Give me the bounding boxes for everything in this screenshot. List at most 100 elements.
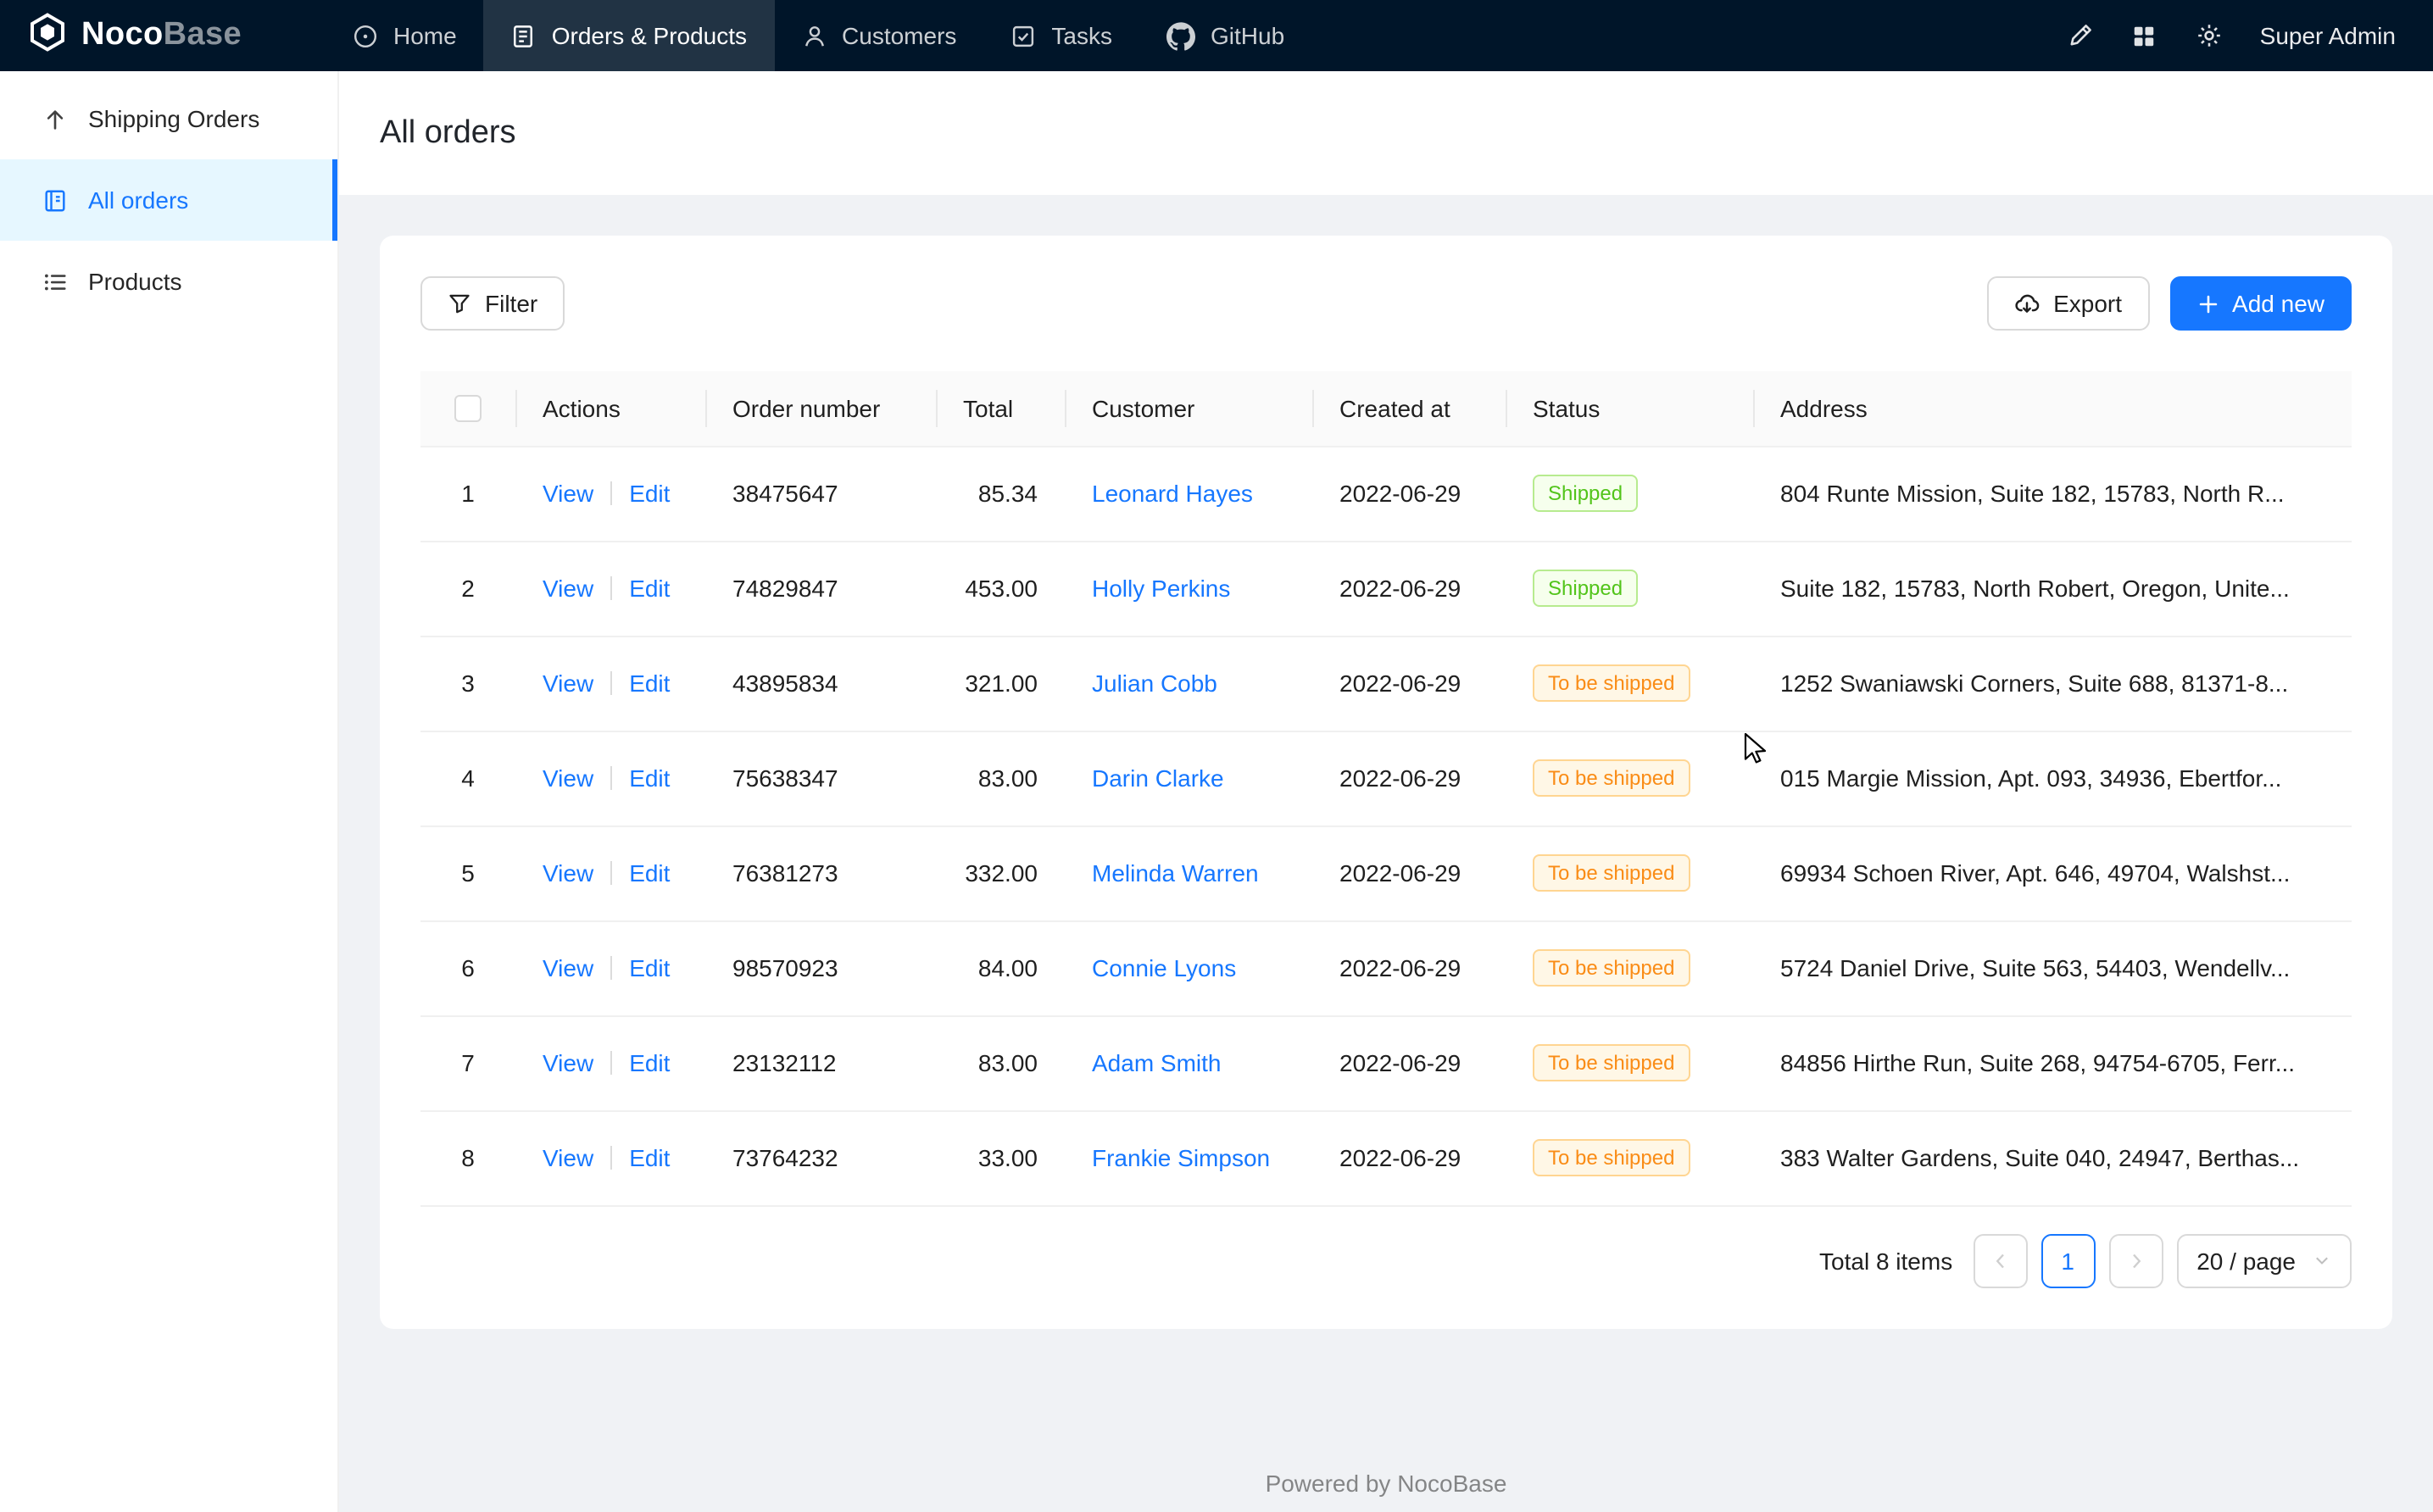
column-header-customer: Customer	[1065, 371, 1312, 446]
address-cell: 1252 Swaniawski Corners, Suite 688, 8137…	[1753, 636, 2352, 731]
page-number-button[interactable]: 1	[2040, 1233, 2095, 1287]
nav-item-home[interactable]: Home	[326, 0, 484, 71]
row-index: 6	[461, 954, 475, 981]
edit-link[interactable]: Edit	[629, 859, 670, 887]
sidebar-item-shipping-orders[interactable]: Shipping Orders	[0, 78, 337, 159]
row-index: 1	[461, 480, 475, 507]
view-link[interactable]: View	[543, 575, 593, 602]
content-area: Filter Export Add	[339, 195, 2433, 1512]
edit-link[interactable]: Edit	[629, 1049, 670, 1076]
table-row: 5 ViewEdit 76381273 332.00 Melinda Warre…	[420, 825, 2352, 920]
footer: Powered by NocoBase	[339, 1470, 2433, 1497]
nocobase-logo-icon	[27, 11, 68, 60]
table-row: 7 ViewEdit 23132112 83.00 Adam Smith 202…	[420, 1015, 2352, 1110]
column-header-actions: Actions	[515, 371, 705, 446]
total-cell: 453.00	[936, 541, 1065, 636]
created-at-cell: 2022-06-29	[1312, 731, 1506, 825]
total-cell: 84.00	[936, 920, 1065, 1015]
customer-link[interactable]: Connie Lyons	[1092, 954, 1236, 981]
next-page-button[interactable]	[2108, 1233, 2163, 1287]
customer-link[interactable]: Adam Smith	[1092, 1049, 1222, 1076]
view-link[interactable]: View	[543, 1144, 593, 1171]
column-header-order-number: Order number	[705, 371, 936, 446]
address-cell: 5724 Daniel Drive, Suite 563, 54403, Wen…	[1753, 920, 2352, 1015]
created-at-cell: 2022-06-29	[1312, 541, 1506, 636]
list-icon	[42, 269, 68, 294]
filter-button[interactable]: Filter	[420, 276, 565, 331]
edit-link[interactable]: Edit	[629, 670, 670, 697]
edit-link[interactable]: Edit	[629, 954, 670, 981]
address-cell: 804 Runte Mission, Suite 182, 15783, Nor…	[1753, 446, 2352, 541]
footer-text: Powered by NocoBase	[1266, 1470, 1507, 1497]
navbar-right: Super Admin	[2053, 0, 2433, 71]
customer-link[interactable]: Julian Cobb	[1092, 670, 1217, 697]
action-divider	[610, 481, 612, 505]
main-area: All orders Filter	[339, 71, 2433, 1512]
export-button[interactable]: Export	[1987, 276, 2149, 331]
order-number-cell: 23132112	[705, 1015, 936, 1110]
sidebar-item-products[interactable]: Products	[0, 241, 337, 322]
nav-item-customers[interactable]: Customers	[774, 0, 983, 71]
table-row: 8 ViewEdit 73764232 33.00 Frankie Simpso…	[420, 1110, 2352, 1205]
screen: NocoBase Home Orders & Products Customer…	[0, 0, 2433, 1512]
nav-item-orders-products[interactable]: Orders & Products	[484, 0, 774, 71]
customer-link[interactable]: Frankie Simpson	[1092, 1144, 1270, 1171]
status-badge: To be shipped	[1533, 1139, 1690, 1176]
add-new-button[interactable]: Add new	[2169, 276, 2352, 331]
address-cell: 69934 Schoen River, Apt. 646, 49704, Wal…	[1753, 825, 2352, 920]
address-cell: 015 Margie Mission, Apt. 093, 34936, Ebe…	[1753, 731, 2352, 825]
table-row: 4 ViewEdit 75638347 83.00 Darin Clarke 2…	[420, 731, 2352, 825]
page-size-select[interactable]: 20 / page	[2176, 1233, 2352, 1287]
select-all-checkbox[interactable]	[454, 396, 482, 423]
app-root: NocoBase Home Orders & Products Customer…	[0, 0, 2433, 1512]
pagination-total: Total 8 items	[1819, 1247, 1952, 1274]
nav-item-label: Orders & Products	[552, 22, 747, 49]
nav-item-label: Customers	[842, 22, 956, 49]
edit-link[interactable]: Edit	[629, 480, 670, 507]
total-cell: 332.00	[936, 825, 1065, 920]
export-button-label: Export	[2053, 290, 2122, 317]
row-index: 3	[461, 670, 475, 697]
order-number-cell: 98570923	[705, 920, 936, 1015]
action-divider	[610, 671, 612, 695]
filter-icon	[448, 292, 471, 315]
export-icon	[2014, 291, 2040, 316]
customer-link[interactable]: Darin Clarke	[1092, 764, 1224, 792]
table-row: 2 ViewEdit 74829847 453.00 Holly Perkins…	[420, 541, 2352, 636]
nav-item-tasks[interactable]: Tasks	[983, 0, 1139, 71]
address-cell: 383 Walter Gardens, Suite 040, 24947, Be…	[1753, 1110, 2352, 1205]
plugins-grid-icon[interactable]	[2118, 8, 2172, 63]
action-divider	[610, 766, 612, 790]
table-row: 3 ViewEdit 43895834 321.00 Julian Cobb 2…	[420, 636, 2352, 731]
order-number-cell: 76381273	[705, 825, 936, 920]
table-row: 1 ViewEdit 38475647 85.34 Leonard Hayes …	[420, 446, 2352, 541]
edit-link[interactable]: Edit	[629, 764, 670, 792]
edit-link[interactable]: Edit	[629, 575, 670, 602]
sidebar-item-all-orders[interactable]: All orders	[0, 159, 337, 241]
github-icon	[1166, 21, 1195, 50]
orders-table-block: Filter Export Add	[380, 236, 2392, 1328]
brand[interactable]: NocoBase	[0, 0, 326, 71]
customer-link[interactable]: Leonard Hayes	[1092, 480, 1253, 507]
nav-item-github[interactable]: GitHub	[1139, 0, 1311, 71]
action-divider	[610, 576, 612, 600]
sidebar: Shipping Orders All orders Products	[0, 71, 339, 1512]
customer-link[interactable]: Melinda Warren	[1092, 859, 1259, 887]
filter-button-label: Filter	[485, 290, 537, 317]
view-link[interactable]: View	[543, 954, 593, 981]
add-new-button-label: Add new	[2232, 290, 2324, 317]
design-mode-icon[interactable]	[2053, 8, 2107, 63]
created-at-cell: 2022-06-29	[1312, 1110, 1506, 1205]
current-user[interactable]: Super Admin	[2260, 22, 2396, 49]
settings-gear-icon[interactable]	[2182, 8, 2236, 63]
customer-link[interactable]: Holly Perkins	[1092, 575, 1230, 602]
view-link[interactable]: View	[543, 670, 593, 697]
view-link[interactable]: View	[543, 859, 593, 887]
address-cell: 84856 Hirthe Run, Suite 268, 94754-6705,…	[1753, 1015, 2352, 1110]
view-link[interactable]: View	[543, 764, 593, 792]
view-link[interactable]: View	[543, 1049, 593, 1076]
order-number-cell: 38475647	[705, 446, 936, 541]
view-link[interactable]: View	[543, 480, 593, 507]
prev-page-button[interactable]	[1973, 1233, 2027, 1287]
edit-link[interactable]: Edit	[629, 1144, 670, 1171]
